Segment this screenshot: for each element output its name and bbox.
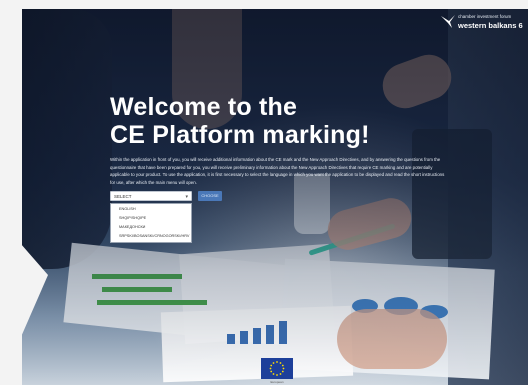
chevron-down-icon: ▾ bbox=[185, 194, 188, 200]
side-cutout bbox=[0, 220, 48, 385]
hero-overlay bbox=[22, 9, 528, 385]
language-options: ENGLISH SHQIP/SHQIPE МАКЕДОНСКИ SRPSKI/B… bbox=[110, 203, 192, 243]
language-option[interactable]: SRPSKI/BOSANSKI/CRNOGORSKI/HRV bbox=[119, 234, 189, 238]
brand-name: western balkans 6 bbox=[458, 21, 523, 30]
language-option[interactable]: SHQIP/SHQIPE bbox=[119, 216, 146, 220]
title-line-1: Welcome to the bbox=[110, 93, 298, 121]
page: chamber investment forum western balkans… bbox=[0, 0, 528, 385]
hero-banner bbox=[22, 9, 528, 385]
eu-flag-icon bbox=[261, 358, 293, 379]
language-select-value: SELECT bbox=[114, 194, 132, 199]
brand-logo[interactable]: chamber investment forum western balkans… bbox=[440, 13, 528, 37]
language-option[interactable]: МАКЕДОНСКИ bbox=[119, 225, 145, 229]
language-selector: SELECT ▾ CHOOSE bbox=[110, 191, 230, 203]
language-select[interactable]: SELECT ▾ bbox=[110, 191, 192, 201]
intro-text: Within the application in front of you, … bbox=[110, 157, 445, 185]
eu-caption: European bbox=[270, 380, 284, 384]
page-title: Welcome to the CE Platform marking! bbox=[110, 93, 430, 149]
brand-subtitle: chamber investment forum bbox=[458, 14, 512, 19]
language-option[interactable]: ENGLISH bbox=[119, 207, 136, 211]
choose-button[interactable]: CHOOSE bbox=[198, 191, 222, 201]
title-line-2: CE Platform marking! bbox=[110, 121, 370, 149]
bird-logo-icon bbox=[440, 13, 456, 34]
